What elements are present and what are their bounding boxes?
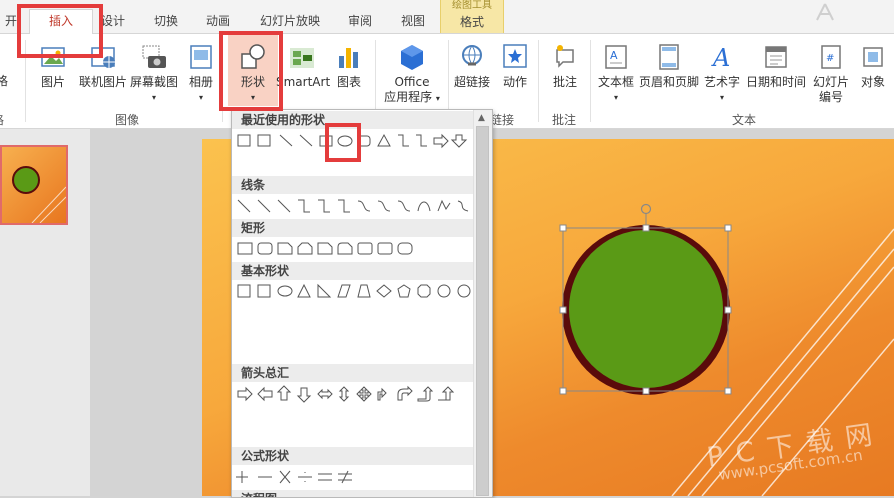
- slide-thumbnail[interactable]: [0, 145, 68, 225]
- smartart-icon: [290, 48, 314, 68]
- slide-number-label-2: 编号: [818, 90, 843, 104]
- tab-format[interactable]: 绘图工具 格式: [440, 0, 504, 33]
- section-equation-shapes: 公式形状: [232, 447, 473, 465]
- left-cut-button[interactable]: 格: [0, 74, 14, 89]
- object-button[interactable]: 对象: [856, 42, 890, 90]
- object-label: 对象: [860, 75, 885, 89]
- tab-review[interactable]: 审阅: [340, 10, 380, 33]
- wordart-button[interactable]: A 艺术字 ▾: [702, 42, 742, 105]
- album-icon: [190, 45, 212, 69]
- basic-shapes-grid[interactable]: [236, 282, 472, 300]
- datetime-button[interactable]: 日期和时间: [744, 42, 808, 90]
- datetime-label: 日期和时间: [745, 75, 806, 89]
- tab-view[interactable]: 视图: [393, 10, 433, 33]
- tab-animations[interactable]: 动画: [198, 10, 238, 33]
- equation-shapes-row[interactable]: [236, 468, 472, 486]
- left-cut-group-label: 格: [0, 111, 16, 128]
- office-apps-label-1: Office: [394, 75, 430, 89]
- svg-text:A: A: [610, 49, 618, 62]
- svg-text:A: A: [711, 44, 730, 72]
- scroll-up-arrow-icon[interactable]: ▲: [478, 113, 485, 123]
- divider: [590, 40, 591, 122]
- office-apps-dropdown-icon[interactable]: ▾: [436, 94, 440, 103]
- shapes-gallery-scrollbar[interactable]: ▲: [473, 110, 492, 497]
- wordart-icon: A: [711, 44, 730, 72]
- section-basic-shapes: 基本形状: [232, 262, 473, 280]
- slide-thumbnail-pane: [0, 129, 90, 496]
- online-picture-label: 联机图片: [78, 75, 127, 89]
- comment-icon: [556, 45, 574, 68]
- textbox-icon: A: [605, 45, 627, 69]
- screenshot-dropdown-icon[interactable]: ▾: [128, 90, 180, 105]
- group-label-images: 图像: [115, 113, 140, 127]
- calendar-icon: [765, 46, 787, 68]
- header-footer-label: 页眉和页脚: [638, 75, 699, 89]
- group-label-comments: 批注: [552, 113, 577, 127]
- textbox-button[interactable]: A 文本框 ▾: [595, 42, 637, 105]
- action-label: 动作: [502, 75, 527, 89]
- album-label: 相册: [188, 75, 213, 89]
- section-block-arrows: 箭头总汇: [232, 364, 473, 382]
- shape-button-highlight-box: [219, 31, 283, 111]
- office-store-icon: [401, 45, 423, 70]
- picture-label: 图片: [40, 75, 65, 89]
- album-dropdown-icon[interactable]: ▾: [185, 90, 217, 105]
- svg-text:#: #: [826, 53, 834, 64]
- comment-button[interactable]: 批注: [545, 42, 585, 90]
- smartart-button[interactable]: SmartArt: [276, 42, 331, 90]
- comment-label: 批注: [552, 75, 577, 89]
- group-label-links: 链接: [490, 113, 515, 127]
- block-arrow-shapes-grid[interactable]: [236, 385, 472, 403]
- slide-number-icon: #: [821, 45, 841, 69]
- textbox-label: 文本框: [597, 75, 634, 89]
- slide-number-label-1: 幻灯片: [812, 75, 849, 89]
- chart-button[interactable]: 图表: [333, 42, 365, 90]
- album-button[interactable]: 相册 ▾: [185, 42, 217, 105]
- line-shapes-row[interactable]: [236, 197, 472, 215]
- header-footer-button[interactable]: 页眉和页脚: [637, 42, 701, 90]
- ribbon-tab-bar: 开始 插入 设计 切换 动画 幻灯片放映 审阅 视图 绘图工具 格式: [0, 0, 894, 50]
- rectangle-shapes-row[interactable]: [236, 240, 472, 258]
- screenshot-icon: [142, 45, 166, 68]
- office-apps-button[interactable]: Office 应用程序 ▾: [380, 42, 444, 106]
- hyperlink-label: 超链接: [453, 75, 490, 89]
- slide-thumbnail-art: [12, 166, 67, 224]
- slide-number-button[interactable]: # 幻灯片 编号: [808, 42, 854, 105]
- selected-circle-shape[interactable]: [555, 200, 740, 400]
- chart-label: 图表: [336, 75, 361, 89]
- shapes-gallery-dropdown: 最近使用的形状 线条 矩形 基本形状 箭头总汇 公式形状 ▲: [231, 109, 493, 498]
- section-lines: 线条: [232, 176, 473, 194]
- oval-shape-highlight-box: [325, 123, 361, 162]
- action-button[interactable]: 动作: [498, 42, 532, 90]
- header-footer-icon: [659, 44, 679, 70]
- wordart-label: 艺术字: [703, 75, 740, 89]
- textbox-dropdown-icon[interactable]: ▾: [595, 90, 637, 105]
- wordart-dropdown-icon[interactable]: ▾: [702, 90, 742, 105]
- tree-watermark-icon: [816, 3, 834, 21]
- chart-icon: [339, 48, 358, 68]
- section-rectangles: 矩形: [232, 219, 473, 237]
- scrollbar-thumb[interactable]: [476, 126, 489, 496]
- action-star-icon: [503, 44, 527, 68]
- insert-tab-highlight-box: [17, 4, 103, 58]
- hyperlink-icon: [462, 45, 482, 66]
- smartart-label: SmartArt: [276, 75, 331, 89]
- tab-slideshow[interactable]: 幻灯片放映: [255, 10, 325, 33]
- tab-transitions[interactable]: 切换: [146, 10, 186, 33]
- object-icon: [863, 47, 883, 67]
- divider: [538, 40, 539, 122]
- office-apps-label-2: 应用程序: [384, 90, 433, 104]
- hyperlink-button[interactable]: 超链接: [452, 42, 492, 90]
- section-flowchart: 流程图: [232, 490, 473, 497]
- screenshot-label: 屏幕截图: [129, 75, 178, 89]
- screenshot-button[interactable]: 屏幕截图 ▾: [128, 42, 180, 105]
- group-label-text: 文本: [732, 113, 757, 127]
- context-tab-label: 绘图工具: [452, 0, 492, 11]
